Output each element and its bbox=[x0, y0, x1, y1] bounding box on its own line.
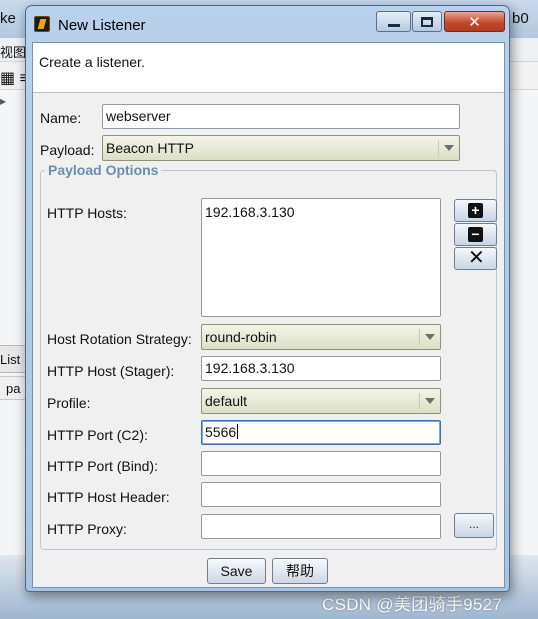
close-button[interactable]: ✕ bbox=[444, 11, 505, 32]
profile-value: default bbox=[205, 393, 248, 409]
host-rotation-value: round-robin bbox=[205, 329, 277, 345]
name-field[interactable]: webserver bbox=[102, 104, 460, 129]
http-hosts-item[interactable]: 192.168.3.130 bbox=[205, 204, 295, 220]
host-rotation-divider bbox=[419, 329, 420, 345]
minimize-icon bbox=[387, 24, 400, 27]
http-host-header-field[interactable] bbox=[201, 482, 441, 507]
description-panel: Create a listener. bbox=[33, 43, 504, 93]
http-host-stager-label: HTTP Host (Stager): bbox=[47, 363, 175, 379]
background-title-left: ke bbox=[0, 10, 16, 27]
description-text: Create a listener. bbox=[39, 54, 145, 70]
remove-host-button[interactable]: − bbox=[454, 223, 497, 246]
payload-select-value: Beacon HTTP bbox=[106, 140, 194, 156]
new-listener-dialog: New Listener ✕ Create a listener. Name: … bbox=[25, 5, 510, 592]
http-host-header-label: HTTP Host Header: bbox=[47, 489, 170, 505]
help-button[interactable]: 帮助 bbox=[272, 558, 328, 584]
payload-label: Payload: bbox=[40, 142, 95, 158]
dialog-title: New Listener bbox=[58, 17, 146, 34]
chevron-down-icon bbox=[444, 145, 454, 151]
background-column-label: pa bbox=[6, 381, 21, 396]
chevron-down-icon bbox=[425, 398, 435, 404]
app-logo-icon bbox=[34, 16, 50, 32]
http-hosts-label: HTTP Hosts: bbox=[47, 205, 127, 221]
minus-icon: − bbox=[468, 227, 483, 242]
dialog-titlebar[interactable]: New Listener ✕ bbox=[26, 6, 509, 42]
payload-options-group: Payload Options HTTP Hosts: 192.168.3.13… bbox=[40, 162, 497, 550]
plus-icon: + bbox=[468, 203, 483, 218]
http-host-stager-field[interactable]: 192.168.3.130 bbox=[201, 356, 441, 381]
host-rotation-label: Host Rotation Strategy: bbox=[47, 331, 192, 347]
maximize-icon bbox=[421, 16, 433, 27]
text-caret bbox=[237, 424, 239, 439]
watermark: CSDN @美团骑手9527 bbox=[322, 595, 503, 614]
minimize-button[interactable] bbox=[376, 11, 411, 32]
close-icon: ✕ bbox=[468, 13, 481, 31]
payload-select-divider bbox=[438, 140, 439, 156]
http-port-c2-label: HTTP Port (C2): bbox=[47, 427, 148, 443]
host-rotation-select[interactable]: round-robin bbox=[201, 324, 441, 350]
add-host-button[interactable]: + bbox=[454, 199, 497, 222]
http-port-bind-field[interactable] bbox=[201, 451, 441, 476]
payload-select[interactable]: Beacon HTTP bbox=[102, 135, 460, 161]
profile-select-divider bbox=[419, 393, 420, 409]
payload-options-title: Payload Options bbox=[45, 162, 162, 178]
http-port-c2-value: 5566 bbox=[205, 424, 237, 440]
tree-expand-icon[interactable]: ▸ bbox=[0, 94, 6, 108]
name-label: Name: bbox=[40, 110, 82, 126]
chevron-down-icon bbox=[425, 334, 435, 340]
profile-select[interactable]: default bbox=[201, 388, 441, 414]
http-port-bind-label: HTTP Port (Bind): bbox=[47, 458, 158, 474]
background-listeners-tab-label: List bbox=[0, 352, 21, 367]
close-x-icon: ✕ bbox=[468, 247, 485, 269]
http-proxy-label: HTTP Proxy: bbox=[47, 521, 127, 537]
http-hosts-list[interactable]: 192.168.3.130 bbox=[201, 198, 441, 317]
clear-hosts-button[interactable]: ✕ bbox=[454, 247, 497, 270]
background-title-right: b0 bbox=[512, 10, 529, 27]
maximize-button[interactable] bbox=[412, 11, 442, 32]
background-menu-view[interactable]: 视图 bbox=[0, 42, 26, 61]
save-button[interactable]: Save bbox=[207, 558, 266, 584]
profile-label: Profile: bbox=[47, 395, 91, 411]
http-proxy-browse-button[interactable]: ... bbox=[454, 513, 494, 538]
http-port-c2-field[interactable]: 5566 bbox=[201, 420, 441, 445]
dialog-content: Create a listener. Name: webserver Paylo… bbox=[32, 42, 505, 588]
http-proxy-field[interactable] bbox=[201, 514, 441, 539]
